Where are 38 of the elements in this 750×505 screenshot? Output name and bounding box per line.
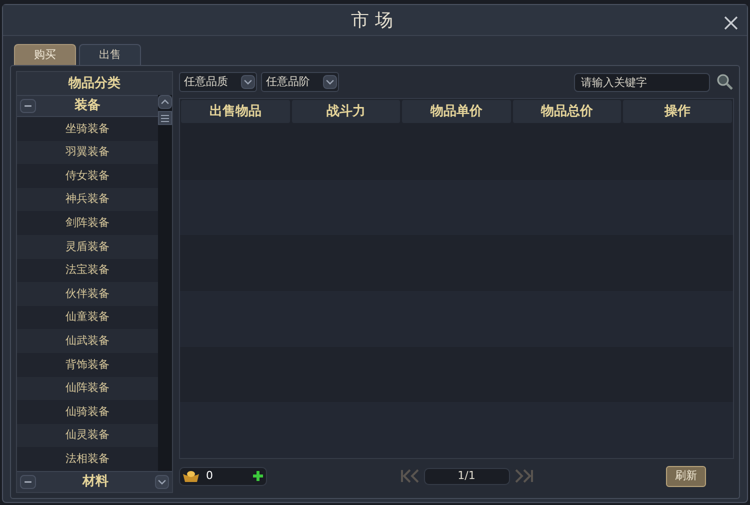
- scroll-down-icon[interactable]: [155, 475, 169, 489]
- tab[interactable]: 购买: [14, 44, 76, 66]
- plus-icon[interactable]: [252, 470, 264, 482]
- category-item[interactable]: 灵盾装备: [17, 235, 158, 259]
- currency-amount: 0: [206, 468, 214, 484]
- category-group[interactable]: 装备: [17, 95, 158, 118]
- minus-icon[interactable]: [20, 475, 36, 489]
- category-item[interactable]: 神兵装备: [17, 188, 158, 212]
- caret-icon[interactable]: [323, 75, 337, 90]
- category-title: 物品分类: [17, 72, 172, 96]
- column-header: 操作: [623, 100, 732, 124]
- page-indicator: 1/1: [424, 468, 510, 484]
- tab[interactable]: 出售: [79, 44, 141, 66]
- group-label: 材料: [81, 473, 110, 492]
- refresh-button[interactable]: 刷新: [666, 466, 706, 486]
- filter-dropdown[interactable]: 任意品质: [179, 72, 257, 92]
- category-item[interactable]: 羽翼装备: [17, 140, 158, 164]
- column-header: 物品单价: [402, 100, 511, 124]
- window-title: 市场: [351, 8, 399, 33]
- group-label: 装备: [74, 97, 102, 116]
- filter-dropdown[interactable]: 任意品阶: [261, 72, 339, 92]
- minus-icon[interactable]: [20, 99, 36, 114]
- search-icon[interactable]: [716, 73, 734, 92]
- scrollbar[interactable]: [158, 95, 172, 471]
- scroll-thumb[interactable]: [158, 111, 172, 126]
- category-item[interactable]: 伙伴装备: [17, 282, 158, 306]
- category-item[interactable]: 法宝装备: [17, 258, 158, 282]
- ingot-icon: [182, 469, 200, 483]
- column-header: 物品总价: [512, 100, 622, 124]
- scroll-up-icon[interactable]: [158, 95, 172, 110]
- category-item[interactable]: 仙武装备: [17, 329, 158, 354]
- category-group[interactable]: 材料: [17, 471, 172, 492]
- caret-icon[interactable]: [241, 75, 255, 90]
- category-item[interactable]: 仙阵装备: [17, 376, 158, 400]
- column-header: 战斗力: [292, 100, 400, 124]
- search-field[interactable]: 请输入关键字: [574, 72, 710, 92]
- category-item[interactable]: 仙灵装备: [17, 424, 158, 448]
- column-header: 出售物品: [181, 100, 290, 124]
